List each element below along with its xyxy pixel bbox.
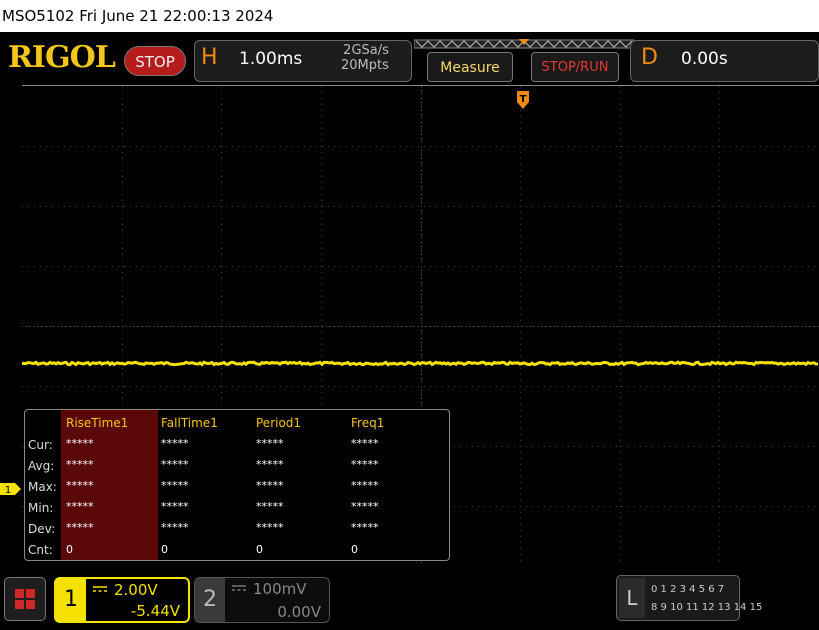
title-bar: MSO5102 Fri June 21 22:00:13 2024 <box>0 0 819 32</box>
stop-run-button[interactable]: STOP/RUN <box>531 52 619 82</box>
measure-value: ***** <box>66 479 94 492</box>
logic-channels-row1: 0 1 2 3 4 5 6 7 <box>651 584 725 595</box>
trigger-position-marker[interactable]: T <box>516 90 530 110</box>
delay-value: 0.00s <box>681 49 728 69</box>
device-datetime: MSO5102 Fri June 21 22:00:13 2024 <box>2 7 274 25</box>
dc-coupling-icon <box>232 585 246 591</box>
channel-2-box[interactable]: 2 100mV 0.00V <box>194 577 330 623</box>
row-label-avg: Avg: <box>28 459 55 473</box>
measure-value: ***** <box>256 479 284 492</box>
logic-letter: L <box>619 578 645 618</box>
measure-value: ***** <box>161 500 189 513</box>
svg-text:T: T <box>520 94 527 105</box>
measure-header-risetime[interactable]: RiseTime1 <box>66 416 128 430</box>
ch1-offset: -5.44V <box>130 602 180 620</box>
measure-value: ***** <box>161 437 189 450</box>
rigol-logo: RIGOL <box>8 40 116 75</box>
sample-rate: 2GSa/s <box>343 43 389 58</box>
timebase-value: 1.00ms <box>239 49 303 69</box>
measure-count: 0 <box>161 543 168 556</box>
measure-value: ***** <box>351 437 379 450</box>
measure-value: ***** <box>66 500 94 513</box>
sample-info: 2GSa/s 20Mpts <box>341 43 389 73</box>
ch2-number: 2 <box>195 578 225 622</box>
measure-button[interactable]: Measure <box>427 52 513 82</box>
memory-position-strip <box>414 39 634 49</box>
row-label-dev: Dev: <box>28 522 56 536</box>
measure-count: 0 <box>256 543 263 556</box>
ch1-scale: 2.00V <box>114 581 158 599</box>
memory-depth: 20Mpts <box>341 58 389 73</box>
top-toolbar: RIGOL STOP H 1.00ms 2GSa/s 20Mpts Measur… <box>0 32 819 84</box>
measure-header-freq[interactable]: Freq1 <box>351 416 384 430</box>
measure-value: ***** <box>161 521 189 534</box>
ch1-trace-line <box>22 360 819 367</box>
measure-value: ***** <box>256 521 284 534</box>
bottom-bar: 1 2.00V -5.44V 2 100mV 0.00V L 0 1 2 3 4… <box>0 565 819 630</box>
measure-count: 0 <box>66 543 73 556</box>
logic-analyzer-box[interactable]: L 0 1 2 3 4 5 6 7 8 9 10 11 12 13 14 15 <box>616 575 762 621</box>
main-menu-button[interactable] <box>4 577 46 621</box>
measure-value: ***** <box>256 500 284 513</box>
measure-value: ***** <box>66 458 94 471</box>
menu-grid-icon <box>15 589 35 609</box>
logic-channels-row2: 8 9 10 11 12 13 14 15 <box>651 602 763 613</box>
horizontal-timebase-box[interactable]: H 1.00ms 2GSa/s 20Mpts <box>194 40 412 82</box>
measure-value: ***** <box>351 458 379 471</box>
ch1-offset-marker[interactable]: 1 <box>0 482 22 496</box>
row-label-cur: Cur: <box>28 438 53 452</box>
measure-value: ***** <box>161 458 189 471</box>
measurement-panel: RiseTime1 FallTime1 Period1 Freq1 Cur: *… <box>24 409 450 561</box>
measure-value: ***** <box>161 479 189 492</box>
ch2-scale: 100mV <box>253 580 307 598</box>
row-label-cnt: Cnt: <box>28 543 53 557</box>
row-label-max: Max: <box>28 480 57 494</box>
horizontal-letter: H <box>201 45 218 70</box>
dc-coupling-icon <box>93 586 107 592</box>
measure-value: ***** <box>351 521 379 534</box>
ch2-offset: 0.00V <box>277 603 321 621</box>
channel-1-box[interactable]: 1 2.00V -5.44V <box>54 577 190 623</box>
measure-value: ***** <box>256 458 284 471</box>
measure-value: ***** <box>351 500 379 513</box>
delay-letter: D <box>641 45 658 70</box>
measure-header-falltime[interactable]: FallTime1 <box>161 416 218 430</box>
delay-box[interactable]: D 0.00s <box>630 40 819 82</box>
run-state-button[interactable]: STOP <box>124 46 186 76</box>
ch1-number: 1 <box>56 579 86 621</box>
measure-value: ***** <box>256 437 284 450</box>
row-label-min: Min: <box>28 501 54 515</box>
measure-header-period[interactable]: Period1 <box>256 416 301 430</box>
measure-count: 0 <box>351 543 358 556</box>
measure-value: ***** <box>66 521 94 534</box>
measure-value: ***** <box>66 437 94 450</box>
ch1-marker-label: 1 <box>5 485 11 496</box>
measure-value: ***** <box>351 479 379 492</box>
